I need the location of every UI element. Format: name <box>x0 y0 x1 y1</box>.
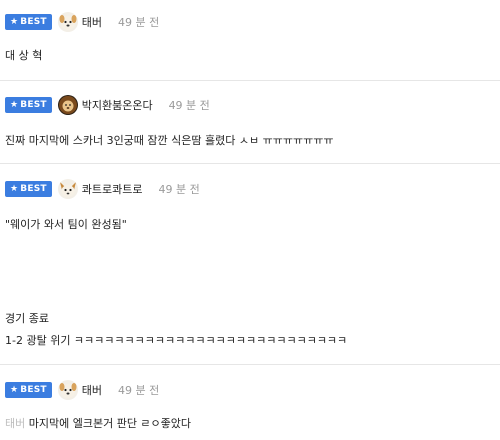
comment-meta: ★ BEST 콰트로콰트로 49 분 전 <box>5 179 200 199</box>
best-label: BEST <box>20 385 47 395</box>
dog-face-icon[interactable] <box>57 380 78 400</box>
timestamp: 49 분 전 <box>158 183 200 196</box>
dog-face-icon[interactable] <box>57 12 78 32</box>
nickname[interactable]: 박지환붐온온다 <box>82 97 153 113</box>
reply-mention[interactable]: 태버 <box>5 417 25 430</box>
nickname[interactable]: 태버 <box>82 382 102 398</box>
timestamp: 49 분 전 <box>168 99 210 112</box>
best-label: BEST <box>20 184 47 194</box>
divider <box>0 364 500 365</box>
timestamp: 49 분 전 <box>117 384 160 397</box>
star-icon: ★ <box>10 16 19 27</box>
comment-meta: ★ BEST 박지환붐온온다 49 분 전 <box>5 95 210 115</box>
divider <box>0 163 500 164</box>
comment-text: 대 상 혁 <box>5 49 43 62</box>
comment-meta: ★ BEST 태버 49 분 전 <box>5 380 159 400</box>
comment-text: "웨이가 와서 팀이 완성됨" <box>5 218 127 231</box>
comment-meta: ★ BEST 태버 49 분 전 <box>5 12 159 32</box>
star-icon: ★ <box>10 384 19 395</box>
star-icon: ★ <box>10 99 19 110</box>
reply-text: 마지막에 엘크본거 판단 ㄹㅇ좋았다 <box>25 417 192 430</box>
best-label: BEST <box>20 17 47 27</box>
best-badge: ★ BEST <box>5 181 52 197</box>
nickname[interactable]: 태버 <box>82 14 102 30</box>
timestamp: 49 분 전 <box>117 16 160 29</box>
dog-face-icon[interactable] <box>57 179 78 199</box>
best-badge: ★ BEST <box>5 14 52 30</box>
comment-text: 1-2 광탈 위기 ㅋㅋㅋㅋㅋㅋㅋㅋㅋㅋㅋㅋㅋㅋㅋㅋㅋㅋㅋㅋㅋㅋㅋㅋㅋㅋㅋ <box>5 334 348 347</box>
best-badge: ★ BEST <box>5 382 52 398</box>
comment-text: 경기 종료 <box>5 312 49 325</box>
nickname[interactable]: 콰트로콰트로 <box>82 181 143 197</box>
divider <box>0 80 500 81</box>
best-label: BEST <box>20 100 47 110</box>
lion-face-icon[interactable] <box>57 95 78 115</box>
best-badge: ★ BEST <box>5 97 52 113</box>
comment-text: 진짜 마지막에 스카너 3인궁때 잠깐 식은땀 흘렸다 ㅅㅂ ㅠㅠㅠㅠㅠㅠㅠ <box>5 134 334 147</box>
star-icon: ★ <box>10 183 19 194</box>
comment-text: 태버 마지막에 엘크본거 판단 ㄹㅇ좋았다 <box>5 415 191 431</box>
